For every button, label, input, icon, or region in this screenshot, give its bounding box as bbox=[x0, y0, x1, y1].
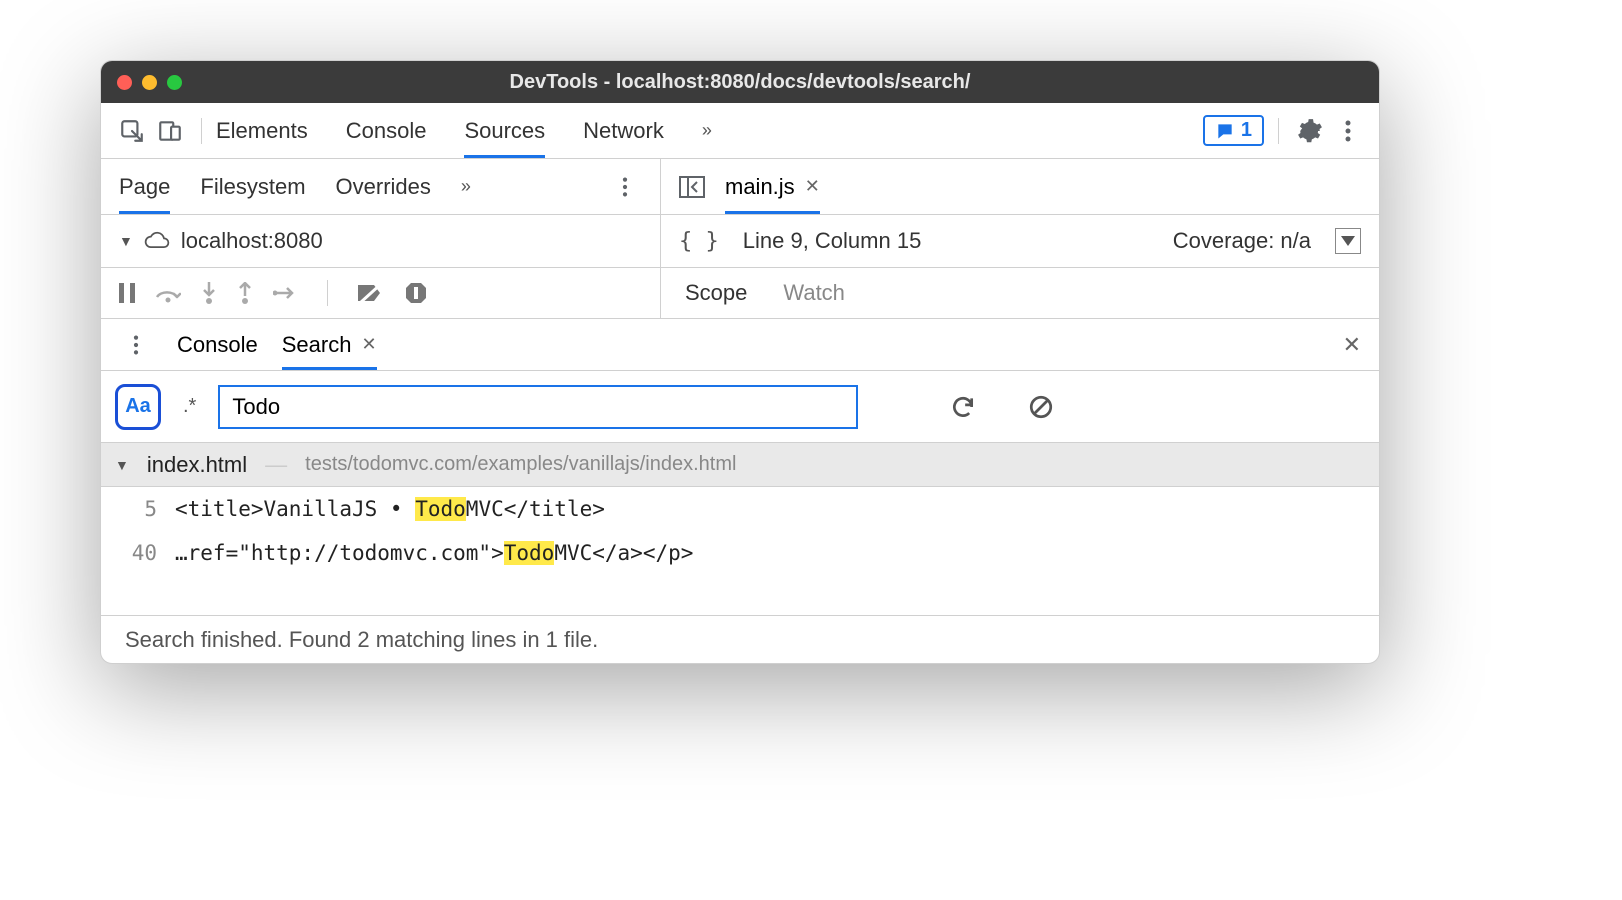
close-window-button[interactable] bbox=[117, 75, 132, 90]
result-snippet: …ref="http://todomvc.com">TodoMVC</a></p… bbox=[175, 541, 693, 565]
tree-host-label: localhost:8080 bbox=[181, 228, 323, 254]
step-over-icon[interactable] bbox=[155, 283, 181, 303]
feedback-badge[interactable]: 1 bbox=[1203, 115, 1264, 146]
device-toolbar-icon[interactable] bbox=[153, 114, 187, 148]
regex-button[interactable]: .* bbox=[177, 395, 202, 418]
status-bar: Search finished. Found 2 matching lines … bbox=[101, 615, 1379, 663]
navigator-pane: Page Filesystem Overrides » ▼ localhost:… bbox=[101, 159, 661, 267]
main-tabs: Elements Console Sources Network » bbox=[216, 103, 712, 158]
search-toolbar: Aa .* bbox=[101, 371, 1379, 443]
editor-status-bar: { } Line 9, Column 15 Coverage: n/a bbox=[661, 215, 1379, 267]
separator bbox=[201, 118, 202, 144]
kebab-menu-icon[interactable] bbox=[1331, 114, 1365, 148]
step-out-icon[interactable] bbox=[237, 282, 253, 304]
tab-network[interactable]: Network bbox=[583, 103, 664, 158]
debugger-toolbar bbox=[101, 268, 661, 318]
cursor-position: Line 9, Column 15 bbox=[743, 228, 922, 254]
window-title: DevTools - localhost:8080/docs/devtools/… bbox=[101, 71, 1379, 94]
editor-pane: main.js ✕ { } Line 9, Column 15 Coverage… bbox=[661, 159, 1379, 267]
result-file-path: tests/todomvc.com/examples/vanillajs/ind… bbox=[305, 453, 736, 476]
drawer-tab-search[interactable]: Search ✕ bbox=[282, 319, 377, 370]
drawer-tab-console[interactable]: Console bbox=[177, 319, 258, 370]
editor-file-name: main.js bbox=[725, 174, 795, 200]
clear-search-icon[interactable] bbox=[1028, 394, 1054, 420]
match-case-button[interactable]: Aa bbox=[115, 384, 161, 430]
toggle-navigator-icon[interactable] bbox=[675, 170, 709, 204]
editor-file-tab[interactable]: main.js ✕ bbox=[725, 159, 820, 214]
step-icon[interactable] bbox=[273, 285, 297, 301]
feedback-count: 1 bbox=[1241, 119, 1252, 142]
more-tabs-icon[interactable]: » bbox=[702, 120, 712, 141]
pretty-print-icon[interactable]: { } bbox=[679, 229, 719, 254]
cloud-icon bbox=[143, 231, 171, 251]
navigator-tabs: Page Filesystem Overrides » bbox=[101, 159, 660, 215]
line-number: 40 bbox=[123, 541, 157, 565]
inspect-element-icon[interactable] bbox=[115, 114, 149, 148]
main-toolbar: Elements Console Sources Network » 1 bbox=[101, 103, 1379, 159]
tree-host-row[interactable]: ▼ localhost:8080 bbox=[101, 215, 660, 267]
line-number: 5 bbox=[123, 497, 157, 521]
result-file-header[interactable]: ▼ index.html — tests/todomvc.com/example… bbox=[101, 443, 1379, 487]
result-snippet: <title>VanillaJS • TodoMVC</title> bbox=[175, 497, 605, 521]
subtab-overrides[interactable]: Overrides bbox=[336, 159, 431, 214]
more-subtabs-icon[interactable]: » bbox=[461, 176, 471, 197]
step-into-icon[interactable] bbox=[201, 282, 217, 304]
tab-console[interactable]: Console bbox=[346, 103, 427, 158]
zoom-window-button[interactable] bbox=[167, 75, 182, 90]
result-file-name: index.html bbox=[147, 452, 247, 478]
traffic-lights bbox=[117, 75, 182, 90]
gear-icon[interactable] bbox=[1293, 114, 1327, 148]
tab-sources[interactable]: Sources bbox=[464, 103, 545, 158]
deactivate-breakpoints-icon[interactable] bbox=[358, 283, 384, 303]
drawer-menu-icon[interactable] bbox=[119, 328, 153, 362]
dropdown-icon[interactable] bbox=[1335, 228, 1361, 254]
status-text: Search finished. Found 2 matching lines … bbox=[125, 627, 598, 653]
result-line[interactable]: 5 <title>VanillaJS • TodoMVC</title> bbox=[101, 487, 1379, 531]
pause-icon[interactable] bbox=[119, 283, 135, 303]
pause-on-exceptions-icon[interactable] bbox=[404, 281, 428, 305]
close-search-tab-icon[interactable]: ✕ bbox=[361, 334, 376, 355]
result-disclosure-icon[interactable]: ▼ bbox=[115, 457, 129, 473]
separator bbox=[327, 280, 328, 306]
tree-disclosure-icon[interactable]: ▼ bbox=[119, 233, 133, 249]
separator bbox=[1278, 118, 1279, 144]
debug-sidebar-tabs: Scope Watch bbox=[661, 268, 1379, 318]
devtools-window: DevTools - localhost:8080/docs/devtools/… bbox=[100, 60, 1380, 664]
editor-tabs: main.js ✕ bbox=[661, 159, 1379, 215]
navigator-menu-icon[interactable] bbox=[608, 170, 642, 204]
sources-panel: Page Filesystem Overrides » ▼ localhost:… bbox=[101, 159, 1379, 268]
coverage-label: Coverage: n/a bbox=[1173, 228, 1311, 254]
result-line[interactable]: 40 …ref="http://todomvc.com">TodoMVC</a>… bbox=[101, 531, 1379, 575]
close-drawer-icon[interactable]: ✕ bbox=[1343, 332, 1361, 358]
refresh-search-icon[interactable] bbox=[950, 394, 976, 420]
subtab-page[interactable]: Page bbox=[119, 159, 170, 214]
drawer-tabs: Console Search ✕ ✕ bbox=[101, 319, 1379, 371]
tab-watch[interactable]: Watch bbox=[783, 280, 845, 306]
minimize-window-button[interactable] bbox=[142, 75, 157, 90]
drawer-tab-search-label: Search bbox=[282, 332, 352, 358]
search-input[interactable] bbox=[218, 385, 858, 429]
search-results: ▼ index.html — tests/todomvc.com/example… bbox=[101, 443, 1379, 615]
tab-elements[interactable]: Elements bbox=[216, 103, 308, 158]
titlebar: DevTools - localhost:8080/docs/devtools/… bbox=[101, 61, 1379, 103]
tab-scope[interactable]: Scope bbox=[685, 280, 747, 306]
subtab-filesystem[interactable]: Filesystem bbox=[200, 159, 305, 214]
close-tab-icon[interactable]: ✕ bbox=[805, 176, 820, 197]
debugger-row: Scope Watch bbox=[101, 268, 1379, 319]
